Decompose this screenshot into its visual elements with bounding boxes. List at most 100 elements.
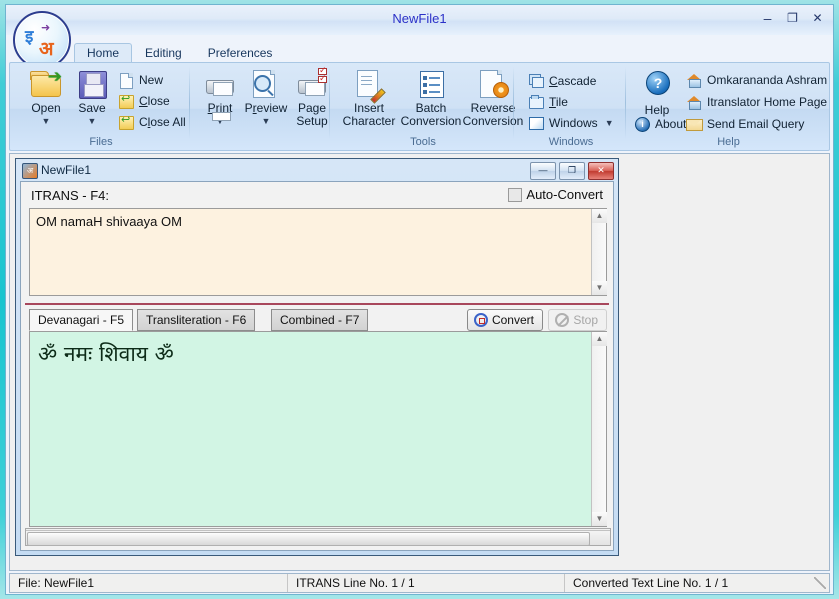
app-logo-button[interactable]: इ ➜ अ xyxy=(13,11,71,69)
logo-arrow-right-icon: ➜ xyxy=(41,22,51,34)
itranslator-home-page-link[interactable]: Itranslator Home Page xyxy=(686,92,827,111)
close-button-label: Close xyxy=(139,93,170,108)
windows-dropdown-arrow-icon[interactable]: ▼ xyxy=(605,118,614,127)
scroll-up-icon[interactable]: ▲ xyxy=(592,209,607,223)
child-window-controls: — ❐ ✕ xyxy=(530,162,614,180)
itranslator-home-page-label: Itranslator Home Page xyxy=(707,94,828,109)
page-setup-icon xyxy=(296,65,328,100)
auto-convert-checkbox-box[interactable] xyxy=(508,187,523,202)
close-icon[interactable]: ✕ xyxy=(810,11,825,25)
about-button[interactable]: i About xyxy=(634,114,686,133)
ribbon-group-files-title: Files xyxy=(89,136,113,148)
stop-button[interactable]: Stop xyxy=(548,309,607,331)
printer-icon xyxy=(204,68,236,121)
envelope-icon xyxy=(686,116,703,132)
auto-convert-checkbox[interactable]: Auto-Convert xyxy=(508,187,603,202)
save-button[interactable]: Save ▼ xyxy=(64,68,120,126)
status-bar: File: NewFile1 ITRANS Line No. 1 / 1 Con… xyxy=(9,573,830,593)
windows-label: Windows xyxy=(549,115,598,130)
minimize-icon[interactable]: – xyxy=(760,11,775,25)
output-vertical-scrollbar[interactable]: ▲ ▼ xyxy=(591,332,607,526)
application-window: NewFile1 – ❐ ✕ इ ➜ अ Home Editing Prefer… xyxy=(5,4,834,595)
maximize-icon[interactable]: ❐ xyxy=(785,11,800,25)
ribbon: ➔ Open ▼ Save ▼ New ↩ Close ↩ Close All … xyxy=(9,62,830,151)
cascade-button[interactable]: Cascade xyxy=(528,71,596,90)
omkarananda-ashram-link[interactable]: Omkarananda Ashram xyxy=(686,70,827,89)
omkarananda-ashram-label: Omkarananda Ashram xyxy=(707,72,828,87)
input-vertical-scrollbar[interactable]: ▲ ▼ xyxy=(591,209,607,295)
converted-output-textarea[interactable]: ॐ नमः शिवाय ॐ ▲ ▼ xyxy=(29,331,607,527)
tab-devanagari[interactable]: Devanagari - F5 xyxy=(29,309,134,331)
child-close-button[interactable]: ✕ xyxy=(588,162,614,180)
help-button[interactable]: ? Help xyxy=(634,70,680,117)
ribbon-tab-strip: Home Editing Preferences xyxy=(74,43,285,63)
logo-glyph-bottom: अ xyxy=(39,38,54,60)
child-horizontal-scrollbar[interactable] xyxy=(25,528,611,546)
window-controls: – ❐ ✕ xyxy=(760,11,825,25)
cascade-icon xyxy=(528,73,544,89)
mdi-client-area: अ NewFile1 — ❐ ✕ ITRANS - F4: Auto-Conve… xyxy=(9,153,830,571)
child-window-title: NewFile1 xyxy=(41,163,92,177)
ribbon-group-files: ➔ Open ▼ Save ▼ New ↩ Close ↩ Close All … xyxy=(12,64,190,149)
save-button-label: Save xyxy=(78,101,106,115)
child-horizontal-scroll-track[interactable] xyxy=(26,530,610,546)
ribbon-group-tools: Insert Character Batch Conversion Revers… xyxy=(332,64,523,149)
reverse-conversion-button[interactable]: Reverse Conversion xyxy=(462,68,524,128)
status-itrans-line: ITRANS Line No. 1 / 1 xyxy=(287,574,564,592)
child-window-body: ITRANS - F4: Auto-Convert OM namaH shiva… xyxy=(20,181,614,551)
tab-preferences[interactable]: Preferences xyxy=(195,43,286,63)
send-email-query-label: Send Email Query xyxy=(707,116,805,131)
batch-conversion-icon xyxy=(415,68,447,100)
tile-label: Tile xyxy=(549,94,568,109)
ribbon-group-help-title: Help xyxy=(717,136,740,148)
logo-glyph-top: इ xyxy=(25,27,34,47)
pane-divider xyxy=(25,303,609,305)
child-restore-button[interactable]: ❐ xyxy=(559,162,585,180)
convert-icon xyxy=(473,313,488,327)
send-email-query-link[interactable]: Send Email Query xyxy=(686,114,804,133)
insert-character-button[interactable]: Insert Character xyxy=(338,68,400,128)
itrans-input-textarea[interactable]: OM namaH shivaaya OM ▲ ▼ xyxy=(29,208,607,296)
save-dropdown-arrow-icon[interactable]: ▼ xyxy=(64,117,120,126)
open-folder-icon: ➔ xyxy=(30,68,62,100)
reverse-conversion-icon xyxy=(477,68,509,100)
scroll-down-icon[interactable]: ▼ xyxy=(592,281,607,295)
tile-button[interactable]: Tile xyxy=(528,92,568,111)
output-tab-strip: Devanagari - F5 Transliteration - F6 Com… xyxy=(29,309,607,332)
convert-button[interactable]: Convert xyxy=(466,309,543,331)
auto-convert-label: Auto-Convert xyxy=(526,187,603,202)
close-undo-icon: ↩ xyxy=(118,93,134,109)
house-icon xyxy=(686,94,702,110)
tab-home[interactable]: Home xyxy=(74,43,133,63)
child-horizontal-scroll-thumb[interactable] xyxy=(27,532,590,546)
ribbon-group-help: ? Help i About Omkarananda Ashram Itrans… xyxy=(628,64,829,149)
windows-button[interactable]: Windows ▼ xyxy=(528,113,614,132)
close-button[interactable]: ↩ Close xyxy=(118,91,170,110)
child-title-bar: अ NewFile1 — ❐ ✕ xyxy=(16,159,618,181)
close-all-button[interactable]: ↩ Close All xyxy=(118,112,186,131)
itrans-input-value: OM namaH shivaaya OM xyxy=(36,214,182,229)
child-minimize-button[interactable]: — xyxy=(530,162,556,180)
converted-output-value: ॐ नमः शिवाय ॐ xyxy=(38,342,174,366)
question-mark-icon: ? xyxy=(641,70,673,102)
tab-editing[interactable]: Editing xyxy=(132,43,195,63)
tab-combined[interactable]: Combined - F7 xyxy=(271,309,369,331)
window-title: NewFile1 xyxy=(392,11,447,26)
new-button[interactable]: New xyxy=(118,70,163,89)
tab-transliteration[interactable]: Transliteration - F6 xyxy=(137,309,256,331)
ribbon-group-print: Print ▼ Preview ▼ Page xyxy=(190,64,330,149)
title-bar: NewFile1 – ❐ ✕ xyxy=(6,5,833,35)
insert-character-icon xyxy=(353,68,386,104)
close-all-button-label: Close All xyxy=(139,114,186,129)
batch-conversion-button[interactable]: Batch Conversion xyxy=(400,68,462,128)
reverse-conversion-label-2: Conversion xyxy=(462,114,524,128)
scroll-down-icon[interactable]: ▼ xyxy=(592,512,607,526)
ribbon-group-windows-title: Windows xyxy=(548,136,594,148)
scroll-up-icon[interactable]: ▲ xyxy=(592,332,607,346)
tile-icon xyxy=(528,94,544,110)
document-icon: अ xyxy=(22,163,38,179)
status-converted-line: Converted Text Line No. 1 / 1 xyxy=(564,574,814,592)
convert-button-label: Convert xyxy=(491,313,534,327)
insert-character-label-2: Character xyxy=(342,114,396,128)
resize-grip-icon[interactable] xyxy=(814,577,826,589)
